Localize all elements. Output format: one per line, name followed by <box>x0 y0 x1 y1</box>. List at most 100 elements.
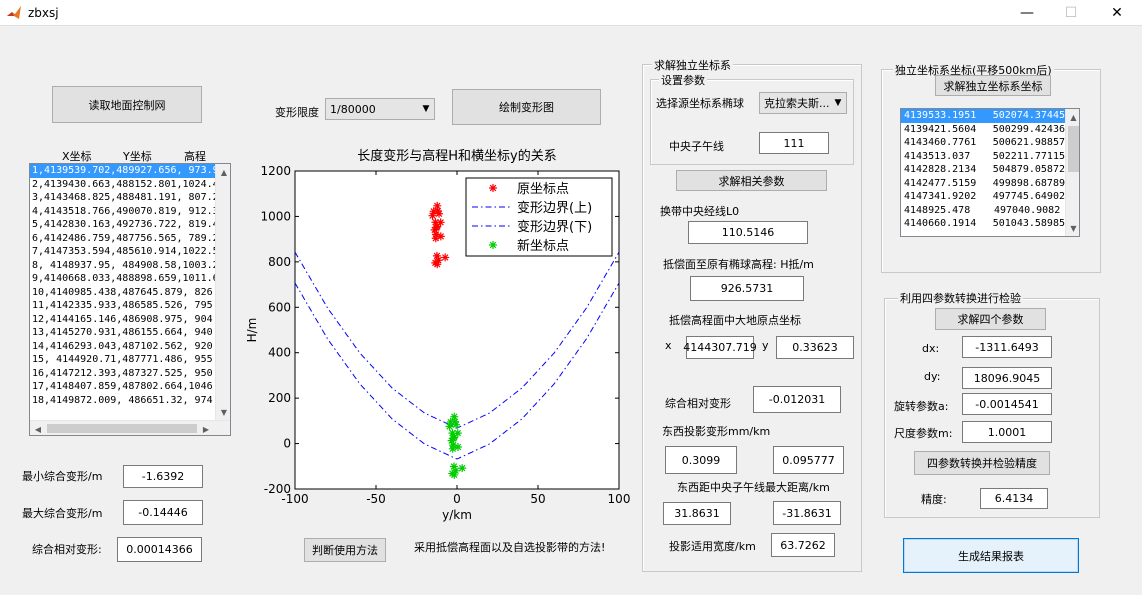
scroll-left-arrow-icon[interactable]: ◀ <box>30 421 46 435</box>
legend-label: 原坐标点 <box>517 182 569 197</box>
list-item[interactable]: 8, 4148937.95, 484908.58,1003.243 <box>30 259 230 273</box>
list-item[interactable]: 4148925.478 497040.9082 <box>901 204 1065 218</box>
list-item[interactable]: 15, 4144920.71,487771.486, 955.128 <box>30 353 230 367</box>
max-distance-field-1[interactable]: 31.8631 <box>663 502 731 525</box>
solve-four-params-button[interactable]: 求解四个参数 <box>935 308 1046 330</box>
scroll-down-arrow-icon[interactable]: ▼ <box>216 404 230 420</box>
list-item[interactable]: 4139421.5604 500299.42436 <box>901 123 1065 137</box>
scale-label: 尺度参数m: <box>894 427 953 440</box>
generate-report-button[interactable]: 生成结果报表 <box>903 538 1079 573</box>
maximize-button[interactable]: ☐ <box>1048 0 1094 26</box>
scroll-up-arrow-icon[interactable]: ▲ <box>216 164 230 180</box>
chevron-down-icon: ▼ <box>834 98 842 108</box>
list-item[interactable]: 4140660.1914 501043.58985 <box>901 217 1065 231</box>
list-item[interactable]: 6,4142486.759,487756.565, 789.203 <box>30 232 230 246</box>
listbox-horizontal-scrollbar[interactable]: ◀ ▶ <box>30 420 230 435</box>
list-item[interactable]: 11,4142335.933,486585.526, 795.573 <box>30 299 230 313</box>
judge-method-button[interactable]: 判断使用方法 <box>304 538 386 562</box>
series-0-point <box>432 251 441 260</box>
applicable-width-field[interactable]: 63.7262 <box>771 533 835 557</box>
list-item[interactable]: 4147341.9202 497745.64902 <box>901 190 1065 204</box>
scroll-right-arrow-icon[interactable]: ▶ <box>198 421 214 435</box>
origin-y-field[interactable]: 0.33623 <box>776 336 854 359</box>
horizontal-scroll-thumb[interactable] <box>47 424 197 433</box>
solve-independent-coords-button[interactable]: 求解独立坐标系坐标 <box>935 75 1051 96</box>
scroll-down-arrow-icon[interactable]: ▼ <box>1066 220 1079 236</box>
scroll-up-arrow-icon[interactable]: ▲ <box>1066 109 1079 125</box>
deformation-chart: -100 -50 0 50 100-200020040060080010001200 长… <box>245 148 630 522</box>
list-item[interactable]: 3,4143468.825,488481.191, 807.219 <box>30 191 230 205</box>
list-item[interactable]: 9,4140668.033,488898.659,1011.685 <box>30 272 230 286</box>
l0-field[interactable]: 110.5146 <box>688 221 808 244</box>
minimize-button[interactable]: — <box>1004 0 1050 26</box>
dy-field[interactable]: 18096.9045 <box>962 367 1052 389</box>
series-3-point <box>452 420 461 429</box>
central-meridian-field[interactable]: 111 <box>759 132 829 154</box>
list-item[interactable]: 4142477.5159 499898.68789 <box>901 177 1065 191</box>
convert-and-check-button[interactable]: 四参数转换并检验精度 <box>914 451 1050 475</box>
ew-projection-field-1[interactable]: 0.3099 <box>665 446 737 474</box>
list-item[interactable]: 7,4147353.594,485610.914,1022.58 <box>30 245 225 259</box>
matlab-icon <box>7 6 21 19</box>
dx-field[interactable]: -1311.6493 <box>962 336 1052 358</box>
independent-coords-listbox[interactable]: 4139533.1951 502074.37445 4139421.5604 5002… <box>900 108 1080 237</box>
draw-deformation-button[interactable]: 绘制变形图 <box>452 89 601 125</box>
ew-projection-field-2[interactable]: 0.095777 <box>773 446 844 474</box>
list-item[interactable]: 18,4149872.009, 486651.32, 974.447 <box>30 394 230 408</box>
coord-x: 4142477.5159 <box>904 177 977 189</box>
title-bar: zbxsj — ☐ ✕ <box>0 0 1142 26</box>
list-item[interactable]: 10,4140985.438,487645.879, 826.194 <box>30 286 230 300</box>
coord-x: 4139533.1951 <box>904 110 977 121</box>
close-button[interactable]: ✕ <box>1094 0 1140 26</box>
list-item[interactable]: 1,4139539.702,489927.656, 973.988 <box>30 164 230 178</box>
coord-y: 500621.98857 <box>992 137 1065 148</box>
compensation-height-label: 抵偿面至原有椭球高程: H抵/m <box>663 258 814 271</box>
legend-label: 变形边界(下) <box>517 219 592 235</box>
read-control-network-button[interactable]: 读取地面控制网 <box>52 86 202 123</box>
coord-x: 4148925.478 <box>904 204 971 216</box>
list-item[interactable]: 13,4145270.931,486155.664, 940.909 <box>30 326 230 340</box>
vertical-scroll-thumb[interactable] <box>1068 126 1079 172</box>
coord-x: 4140660.1914 <box>904 218 977 229</box>
chart-title: 长度变形与高程H和横坐标y的关系 <box>357 148 556 164</box>
column-header-h: 高程 <box>184 150 206 163</box>
accuracy-field[interactable]: 6.4134 <box>980 488 1048 509</box>
list-item[interactable]: 4142828.2134 504879.05872 <box>901 163 1065 177</box>
relative-deformation-field[interactable]: 0.00014366 <box>117 537 202 562</box>
dx-label: dx: <box>922 342 940 355</box>
list-item[interactable]: 4,4143518.766,490070.819, 912.334 <box>30 205 230 219</box>
central-meridian-label: 中央子午线 <box>669 140 724 153</box>
deformation-limit-select[interactable]: 1/80000 ▼ <box>325 98 435 120</box>
coord-y: 502211.77115 <box>992 150 1065 162</box>
coords-vertical-scrollbar[interactable]: ▲ ▼ <box>1065 109 1079 236</box>
ellipsoid-select[interactable]: 克拉索夫斯... ▼ <box>759 92 847 114</box>
control-points-listbox[interactable]: 1,4139539.702,489927.656, 973.988 2,41394… <box>29 163 231 436</box>
comprehensive-relative-field[interactable]: -0.012031 <box>753 386 841 413</box>
rotation-field[interactable]: -0.0014541 <box>962 393 1052 415</box>
y-axis-label: H/m <box>245 318 259 343</box>
list-item[interactable]: 5,4142830.163,492736.722, 819.466 <box>30 218 230 232</box>
column-header-y: Y坐标 <box>123 150 152 163</box>
min-deformation-field[interactable]: -1.6392 <box>123 465 203 488</box>
origin-x-field[interactable]: 4144307.719 <box>683 336 757 359</box>
y-tick-label: 1200 <box>260 164 291 178</box>
list-item[interactable]: 2,4139430.663,488152.801,1024.436 <box>30 178 230 192</box>
list-item[interactable]: 4143513.037 502211.77115 <box>901 150 1065 164</box>
solve-params-button[interactable]: 求解相关参数 <box>676 170 827 191</box>
coord-y: 500299.42436 <box>992 123 1065 135</box>
max-distance-field-2[interactable]: -31.8631 <box>773 501 841 525</box>
list-item[interactable]: 4143460.7761 500621.98857 <box>901 136 1065 150</box>
series-3-point <box>450 412 459 421</box>
coord-y: 497040.9082 <box>994 204 1061 216</box>
list-item[interactable]: 4139533.1951 502074.37445 <box>901 109 1065 123</box>
listbox-vertical-scrollbar[interactable]: ▲ ▼ <box>215 164 230 420</box>
max-deformation-field[interactable]: -0.14446 <box>123 500 203 525</box>
coord-y: 497745.64902 <box>992 191 1065 202</box>
scale-field[interactable]: 1.0001 <box>962 421 1052 443</box>
list-item[interactable]: 17,4148407.859,487802.664,1046.674 <box>30 380 230 394</box>
series-0-point <box>441 253 450 262</box>
list-item[interactable]: 12,4144165.146,486908.975, 904.026 <box>30 313 230 327</box>
list-item[interactable]: 14,4146293.043,487102.562, 920.955 <box>30 340 230 354</box>
list-item[interactable]: 16,4147212.393,487327.525, 950.256 <box>30 367 230 381</box>
compensation-height-field[interactable]: 926.5731 <box>690 276 804 301</box>
